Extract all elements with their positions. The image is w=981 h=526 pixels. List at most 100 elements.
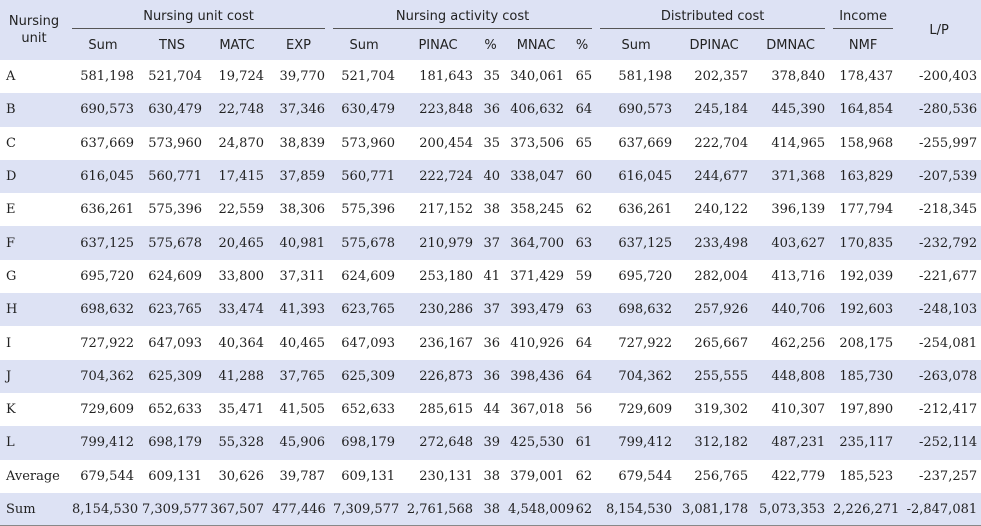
table-cell: 33,474 [206,293,268,327]
table-cell: 41,288 [206,359,268,393]
table-cell: 285,615 [419,402,474,418]
table-cell: 38 [477,492,505,526]
header-lp: L/P [897,0,981,60]
table-cell: -255,997 [918,135,978,151]
table-cell: 462,256 [771,335,826,351]
table-cell: 222,704 [694,135,749,151]
table-cell: 36 [477,359,505,393]
table-cell: -263,078 [897,359,981,393]
table-cell: 630,479 [329,93,400,127]
table-cell: 560,771 [329,159,400,194]
table-cell: 178,437 [839,69,894,85]
row-label: E [6,202,16,218]
subheader-sum: Sum [68,31,138,60]
header-nursing-unit: Nursing unit [0,0,68,60]
table-cell: 226,873 [399,359,478,393]
row-label: K [6,402,16,418]
row-label: J [0,359,68,393]
row-label: B [0,93,68,127]
row-label: C [6,135,16,151]
table-cell: 62 [575,202,593,218]
table-cell: 65 [575,69,593,85]
table-cell: 560,771 [138,159,206,194]
table-row: F 637,125 575,678 20,465 40,981 575,678 210,97… [0,226,981,260]
table-cell: 625,309 [329,359,400,393]
table-cell: 448,808 [752,359,830,393]
table-cell: -2,847,081 [897,492,981,526]
table-cell: 64 [568,359,597,393]
table-cell: 410,307 [771,402,826,418]
table-cell: -218,345 [918,202,978,218]
row-label: A [6,69,16,85]
table-cell: 41 [483,268,501,284]
table-cell: 208,175 [839,335,894,351]
table-cell: 487,231 [752,426,830,460]
table-cell: 164,854 [829,93,898,127]
table-cell: 575,396 [341,202,396,218]
table-cell: -280,536 [897,93,981,127]
subheader-pinac-percent: % [477,31,505,60]
header-group-distributed-cost: Distributed cost [596,0,830,31]
row-label: L [0,426,68,460]
table-cell: 3,081,178 [676,492,753,526]
table-row: E 636,261 575,396 22,559 38,306 575,396 217,15… [0,193,981,226]
subheader-distributed-sum: Sum [596,31,677,60]
table-cell: 312,182 [676,426,753,460]
table-cell: 2,226,271 [829,492,899,526]
table-cell: 61 [568,426,597,460]
table-cell: 24,870 [218,135,265,151]
row-label: I [6,335,12,351]
subheader-activity-sum: Sum [329,31,400,60]
table-cell: 37,765 [268,359,330,393]
table-cell: 163,829 [829,159,898,194]
table-cell: 652,633 [341,402,396,418]
table-cell: 19,724 [218,69,265,85]
table-cell: -248,103 [897,293,981,327]
table-cell: 573,960 [341,135,396,151]
table-cell: 521,704 [341,69,396,85]
table-cell: 410,926 [510,335,565,351]
table-cell: 60 [568,159,597,194]
table-cell: 38,306 [279,202,326,218]
header-group-nursing-unit-cost: Nursing unit cost [68,0,330,31]
table-row: I 727,922 647,093 40,364 40,465 647,093 236,16… [0,326,981,359]
subheader-matc: MATC [206,31,268,60]
table-cell: 616,045 [68,159,138,194]
table-cell: 38,839 [279,135,326,151]
table-cell: 8,154,530 [68,492,138,526]
subheader-mnac: MNAC [504,31,569,60]
table-cell: -252,114 [897,426,981,460]
table-cell: 413,716 [771,268,826,284]
table-row: Average 679,544 609,131 30,626 39,787 609,131… [0,460,981,493]
table-cell: 630,479 [138,93,206,127]
table-cell: 33,800 [218,268,265,284]
table-cell: 371,429 [510,268,565,284]
table-cell: 5,073,353 [752,492,830,526]
table-cell: 729,609 [80,402,134,418]
table-cell: 623,765 [138,293,206,327]
table-cell: 727,922 [618,335,673,351]
table-cell: 799,412 [596,426,677,460]
table-cell: -221,677 [918,268,978,284]
table-cell: 4,548,009 [504,492,574,526]
table-cell: 41,505 [279,402,326,418]
table-cell: 729,609 [618,402,673,418]
table-cell: 609,131 [148,468,202,484]
table-cell: 371,368 [752,159,830,194]
table-cell: 698,632 [68,293,138,327]
table-cell: 255,555 [676,359,753,393]
table-cell: 265,667 [694,335,749,351]
table-cell: 22,559 [218,202,265,218]
table-cell: 338,047 [504,159,569,194]
table-cell: 403,627 [752,226,830,260]
table-cell: 624,609 [148,268,202,284]
table-cell: 521,704 [148,69,202,85]
table-cell: 181,643 [419,69,474,85]
table-cell: 7,309,577 [138,492,208,526]
table-cell: 319,302 [694,402,749,418]
table-cell: 282,004 [694,268,749,284]
table-cell: 575,678 [329,226,400,260]
table-cell: 37,859 [268,159,330,194]
table-cell: 340,061 [510,69,565,85]
table-cell: 647,093 [341,335,396,351]
